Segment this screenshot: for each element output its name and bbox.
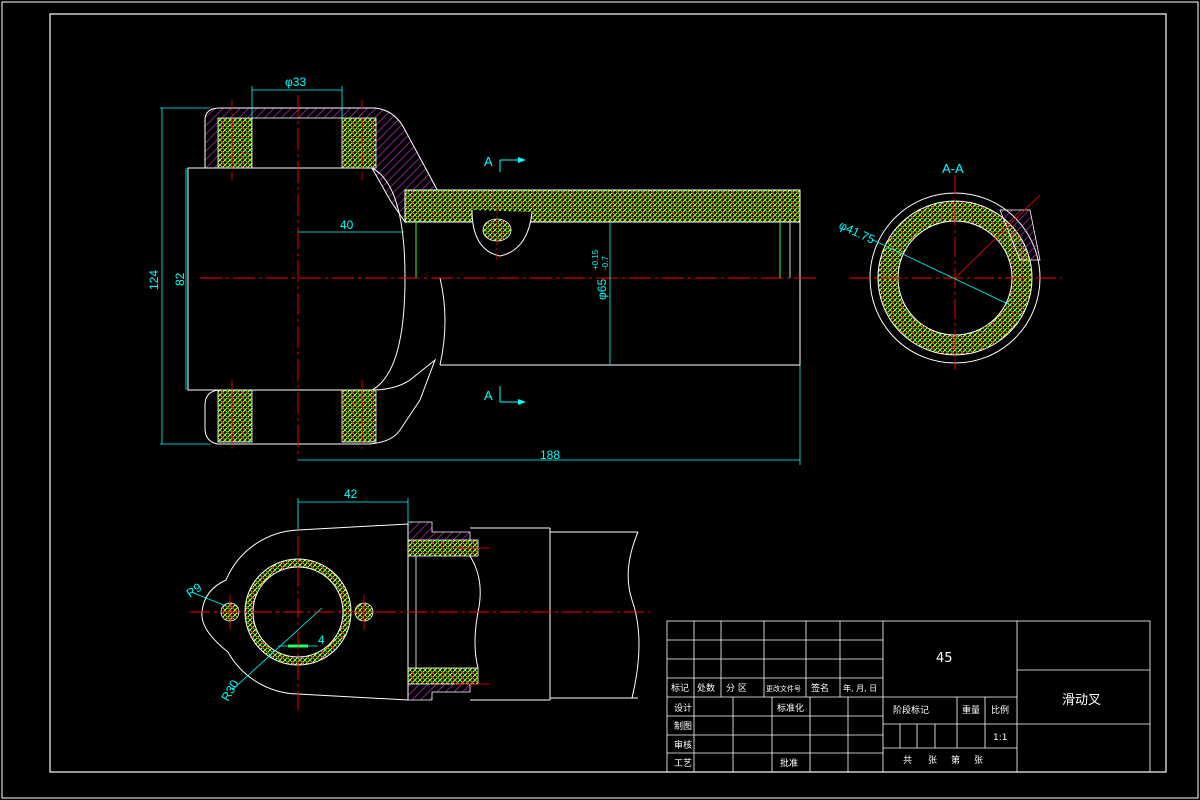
upper-bore <box>251 117 343 169</box>
dim-r30: R30 <box>218 677 241 703</box>
tb-stage-mark: 阶段标记 <box>893 704 929 716</box>
tb-h1: 标记 <box>671 682 689 694</box>
top-view <box>190 498 650 710</box>
tb-design: 设计 <box>674 702 692 714</box>
tb-standardize: 标准化 <box>777 702 804 714</box>
tb-sheet-no: 第 <box>951 754 960 766</box>
section-title: A-A <box>942 161 964 176</box>
dim-d65-tol-upper: +0.15 <box>591 249 600 270</box>
lower-bushing-right <box>341 389 377 443</box>
tb-drawing: 制图 <box>674 720 692 732</box>
dim-4: 4 <box>318 633 325 647</box>
tb-weight: 重量 <box>962 704 980 716</box>
tb-scale-value: 1:1 <box>993 733 1007 743</box>
tb-h4: 更改文件号 <box>766 684 801 693</box>
outer-frame <box>1 1 1199 799</box>
tb-sheets-unit: 张 <box>928 755 937 766</box>
drawing-canvas: A A φ33 40 124 82 φ65 +0.15 -0.7 188 A-A <box>1 1 1199 799</box>
upper-bushing-left <box>217 117 253 169</box>
tb-h6: 年, 月, 日 <box>843 683 877 693</box>
fork-cavity <box>187 167 406 391</box>
section-marker-bottom: A <box>484 388 493 403</box>
tb-review: 审核 <box>674 739 692 751</box>
section-marker-top: A <box>484 154 493 169</box>
dim-124: 124 <box>147 270 161 290</box>
tb-approve: 批准 <box>780 757 798 769</box>
tb-h3: 分 区 <box>726 683 747 694</box>
tb-process: 工艺 <box>674 758 692 769</box>
shaft-upper-wall <box>404 189 801 223</box>
dim-r9: R9 <box>184 580 205 600</box>
dim-188: 188 <box>540 448 560 462</box>
dim-42: 42 <box>344 487 358 501</box>
dim-d65-tol-lower: -0.7 <box>601 256 610 270</box>
dim-d65: φ65 <box>595 279 609 300</box>
dim-40: 40 <box>340 218 354 232</box>
tb-h5: 签名 <box>811 682 829 694</box>
tb-part-name: 滑动叉 <box>1062 693 1101 708</box>
dim-d41: φ41.75 <box>837 218 877 247</box>
lower-bushing-left <box>217 389 253 443</box>
dim-d33: φ33 <box>285 75 306 89</box>
tb-sheets-total: 共 <box>903 755 912 766</box>
front-view: A A <box>187 95 820 460</box>
tb-sheet-unit2: 张 <box>974 755 983 766</box>
tb-h2: 处数 <box>697 682 715 694</box>
dim-82: 82 <box>173 272 187 286</box>
upper-bushing-right <box>341 117 377 169</box>
tb-material: 45 <box>936 651 953 666</box>
section-a-a-view: A-A φ41.75 <box>837 161 1062 370</box>
tb-scale-label: 比例 <box>991 704 1009 716</box>
